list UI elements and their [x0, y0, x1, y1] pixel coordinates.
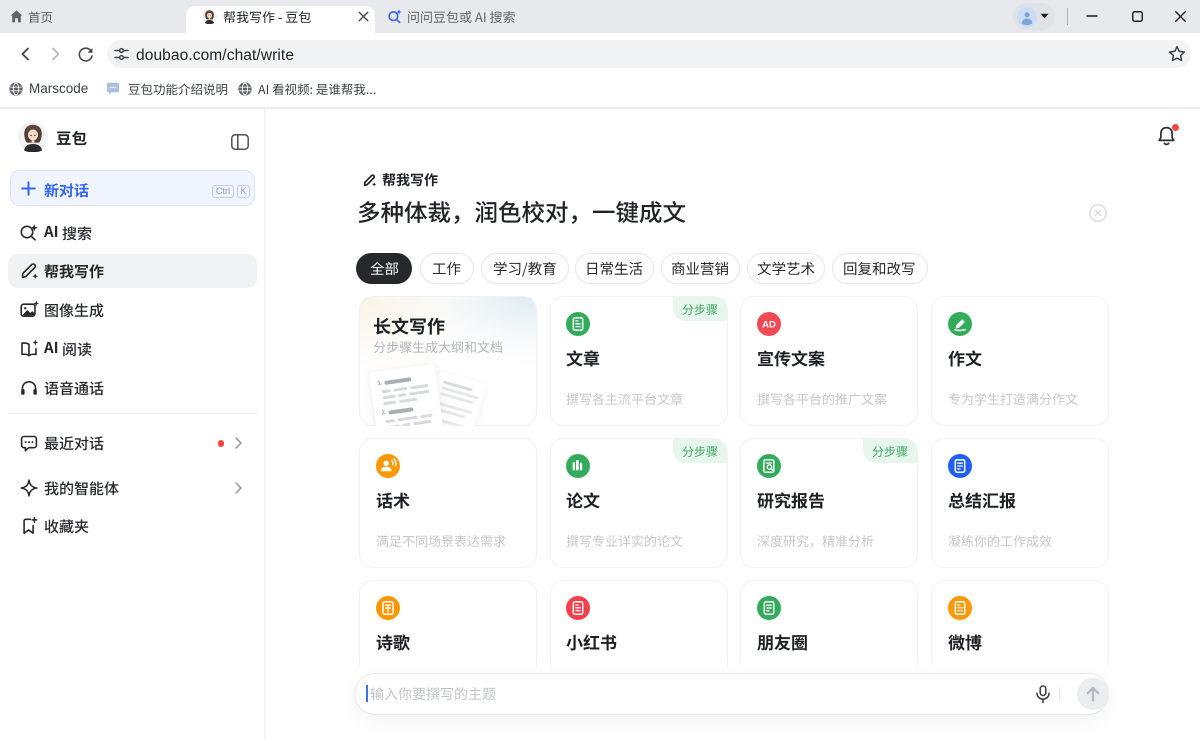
svg-text:AD: AD: [762, 320, 776, 331]
